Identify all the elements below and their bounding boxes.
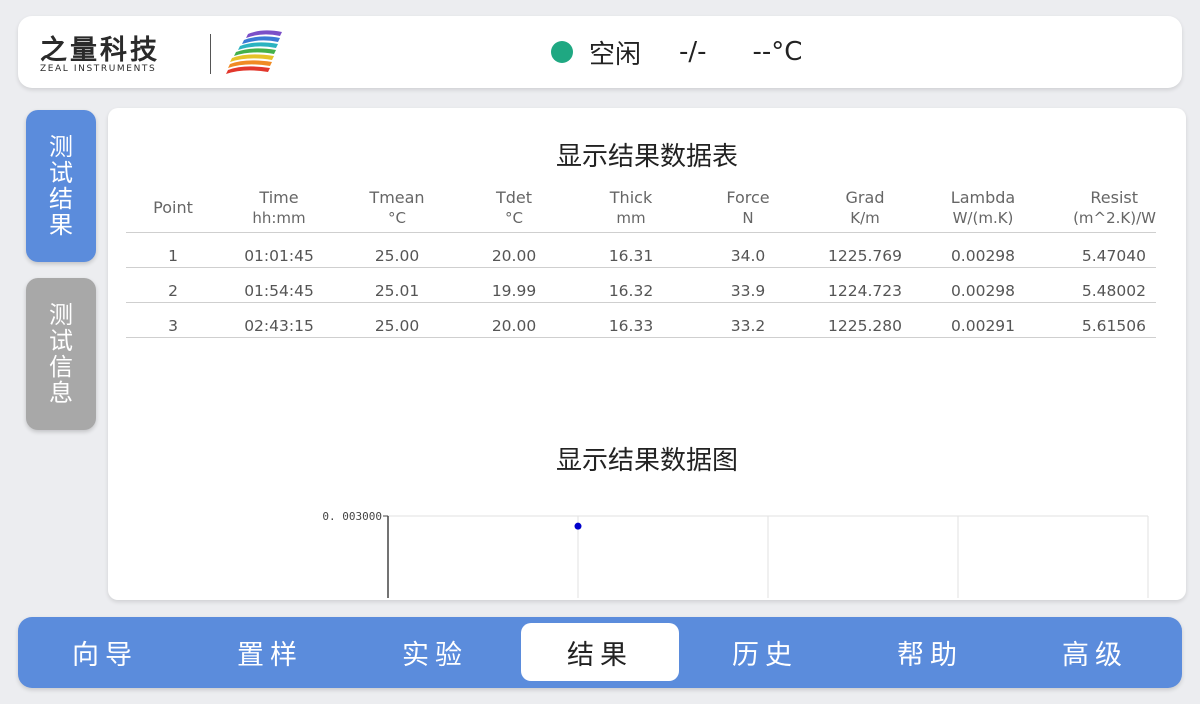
- cell-thick: 16.32: [572, 267, 690, 303]
- table-row[interactable]: 2 01:54:45 25.01 19.99 16.32 33.9 1224.7…: [126, 267, 1156, 303]
- nav-item-history[interactable]: 历史: [686, 623, 844, 681]
- nav-item-help[interactable]: 帮助: [851, 623, 1009, 681]
- cell-tdet: 20.00: [456, 302, 572, 338]
- nav-item-sample[interactable]: 置样: [191, 623, 349, 681]
- cell-thick: 16.33: [572, 302, 690, 338]
- results-table: Point Time hh:mm Tmean °C Tdet °C Thick mm F…: [126, 184, 1156, 338]
- cell-thick: 16.31: [572, 232, 690, 268]
- column-header-grad: Grad K/m: [806, 184, 924, 233]
- temperature-readout: --°C: [752, 37, 803, 67]
- nav-item-results[interactable]: 结果: [521, 623, 679, 681]
- cell-grad: 1225.769: [806, 232, 924, 268]
- column-header-point: Point: [126, 184, 220, 233]
- side-tab-label: 测试结果: [49, 133, 73, 239]
- nav-item-experiment[interactable]: 实验: [356, 623, 514, 681]
- table-row[interactable]: 3 02:43:15 25.00 20.00 16.33 33.2 1225.2…: [126, 302, 1156, 338]
- cell-resist: 5.61506: [1042, 302, 1156, 338]
- nav-item-advanced[interactable]: 高级: [1016, 623, 1174, 681]
- cell-grad: 1225.280: [806, 302, 924, 338]
- cell-lambda: 0.00298: [924, 267, 1042, 303]
- cell-tdet: 19.99: [456, 267, 572, 303]
- cell-point: 2: [126, 267, 220, 303]
- status-indicator-dot: [551, 41, 573, 63]
- cell-grad: 1224.723: [806, 267, 924, 303]
- cell-point: 3: [126, 302, 220, 338]
- column-header-thick: Thick mm: [572, 184, 690, 233]
- cell-resist: 5.48002: [1042, 267, 1156, 303]
- bottom-nav: 向导 置样 实验 结果 历史 帮助 高级: [18, 617, 1182, 688]
- column-header-time: Time hh:mm: [220, 184, 338, 233]
- cell-point: 1: [126, 232, 220, 268]
- cell-tdet: 20.00: [456, 232, 572, 268]
- cell-time: 01:54:45: [220, 267, 338, 303]
- cell-force: 33.9: [690, 267, 806, 303]
- side-tab-label: 测试信息: [49, 301, 73, 407]
- cell-lambda: 0.00291: [924, 302, 1042, 338]
- nav-item-guide[interactable]: 向导: [26, 623, 184, 681]
- cell-tmean: 25.00: [338, 302, 456, 338]
- side-tab-test-results[interactable]: 测试结果: [26, 110, 96, 262]
- column-header-tdet: Tdet °C: [456, 184, 572, 233]
- cell-force: 33.2: [690, 302, 806, 338]
- status-area: 空闲 -/- --°C: [551, 34, 802, 70]
- cell-tmean: 25.00: [338, 232, 456, 268]
- table-row[interactable]: 1 01:01:45 25.00 20.00 16.31 34.0 1225.7…: [126, 232, 1156, 268]
- column-header-resist: Resist (m^2.K)/W: [1042, 184, 1156, 233]
- cell-lambda: 0.00298: [924, 232, 1042, 268]
- chart-y-tick-label: 0. 003000: [322, 510, 382, 523]
- cell-tmean: 25.01: [338, 267, 456, 303]
- side-tab-test-info[interactable]: 测试信息: [26, 278, 96, 430]
- logo-stripes-icon: [226, 30, 282, 74]
- header-bar: 之量科技 ZEAL INSTRUMENTS 空闲 -/- --°C: [18, 16, 1182, 88]
- cell-time: 01:01:45: [220, 232, 338, 268]
- cell-resist: 5.47040: [1042, 232, 1156, 268]
- results-table-container: Point Time hh:mm Tmean °C Tdet °C Thick mm F…: [126, 184, 1156, 338]
- chart-data-point: [574, 522, 582, 530]
- progress-readout: -/-: [679, 37, 707, 67]
- cell-time: 02:43:15: [220, 302, 338, 338]
- results-panel: 显示结果数据表 Point Time hh:mm Tmean °C Tdet °C T…: [108, 108, 1186, 600]
- logo-english-name: ZEAL INSTRUMENTS: [40, 64, 157, 74]
- column-header-force: Force N: [690, 184, 806, 233]
- status-text: 空闲: [589, 39, 642, 70]
- table-title: 显示结果数据表: [555, 142, 738, 172]
- cell-force: 34.0: [690, 232, 806, 268]
- results-chart: 0. 003000: [322, 510, 1149, 598]
- table-header-row: Point Time hh:mm Tmean °C Tdet °C Thick mm F…: [126, 184, 1156, 233]
- logo-chinese-name: 之量科技: [40, 35, 160, 66]
- chart-title: 显示结果数据图: [555, 446, 738, 476]
- logo-separator: [210, 34, 211, 74]
- column-header-lambda: Lambda W/(m.K): [924, 184, 1042, 233]
- column-header-tmean: Tmean °C: [338, 184, 456, 233]
